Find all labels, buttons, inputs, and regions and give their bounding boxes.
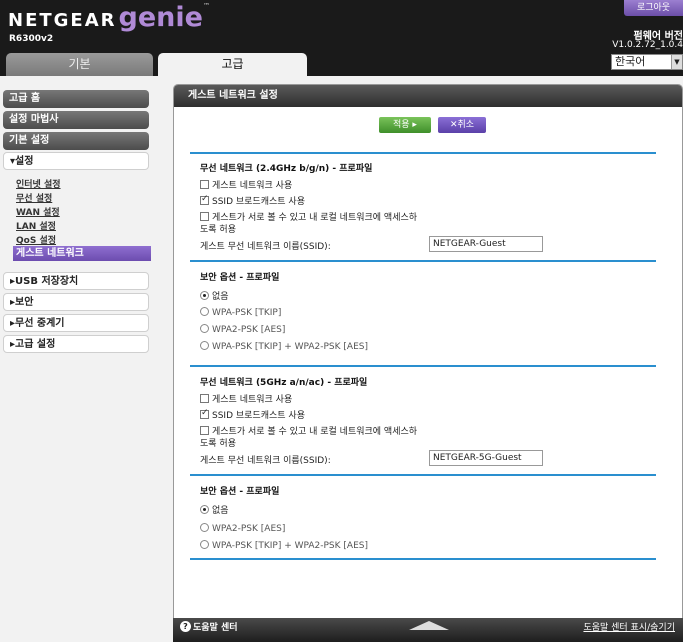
sidebar-item-usb-storage[interactable]: ▸USB 저장장치 — [3, 272, 149, 290]
sec24-wpa-tkip-radio[interactable] — [200, 307, 209, 316]
sec24-option-none[interactable]: 없음 — [200, 289, 229, 302]
sec24-mixed-radio[interactable] — [200, 341, 209, 350]
band24-ssid-label: 게스트 무선 네트워크 이름(SSID): — [200, 242, 331, 252]
sec24-wpa2-aes-radio[interactable] — [200, 324, 209, 333]
expand-arrow-icon[interactable] — [409, 621, 449, 630]
band24-enable-guest[interactable]: 게스트 네트워크 사용 — [200, 178, 292, 191]
product-text: genie — [118, 2, 203, 33]
chevron-down-icon[interactable]: ▼ — [671, 55, 682, 69]
sidebar-item-advanced-setup[interactable]: ▸고급 설정 — [3, 335, 149, 353]
band5-ssid-broadcast-checkbox[interactable] — [200, 408, 209, 419]
help-icon[interactable]: ? — [180, 621, 191, 632]
band5-ssid-broadcast-label: SSID 브로드캐스트 사용 — [212, 411, 305, 421]
sec5-option-wpa2-aes[interactable]: WPA2-PSK [AES] — [200, 523, 285, 534]
band5-title: 무선 네트워크 (5GHz a/n/ac) - 프로파일 — [200, 378, 368, 388]
band24-ssid-broadcast-label: SSID 브로드캐스트 사용 — [212, 197, 305, 207]
sec5-none-label: 없음 — [212, 506, 229, 516]
model-name: R6300v2 — [9, 34, 54, 44]
separator — [190, 260, 656, 262]
sec24-none-radio[interactable] — [200, 291, 209, 300]
separator — [190, 365, 656, 367]
sec24-mixed-label: WPA-PSK [TKIP] + WPA2-PSK [AES] — [212, 342, 368, 352]
guest-network-panel: 게스트 네트워크 설정 적용 ▸ ✕취소 무선 네트워크 (2.4GHz b/g… — [173, 84, 683, 642]
apply-button[interactable]: 적용 ▸ — [379, 117, 431, 133]
brand-text: NETGEAR — [8, 10, 117, 31]
logout-button[interactable]: 로그아웃 — [624, 0, 683, 16]
help-center-label[interactable]: 도움말 센터 — [193, 620, 238, 633]
sec5-wpa2-aes-label: WPA2-PSK [AES] — [212, 524, 286, 534]
band24-allow-access-label-2: 도록 허용 — [200, 225, 236, 235]
band24-ssid-broadcast-checkbox[interactable] — [200, 194, 209, 205]
band5-ssid-broadcast[interactable]: SSID 브로드캐스트 사용 — [200, 408, 305, 421]
cancel-button[interactable]: ✕취소 — [438, 117, 486, 133]
help-footer: ? 도움말 센터 도움말 센터 표시/숨기기 — [173, 618, 683, 642]
band24-allow-access-label-1: 게스트가 서로 볼 수 있고 내 로컬 네트워크에 액세스하 — [212, 213, 418, 223]
toggle-help-link[interactable]: 도움말 센터 표시/숨기기 — [583, 620, 675, 633]
sec5-mixed-radio[interactable] — [200, 540, 209, 549]
sidebar-item-setup[interactable]: ▾설정 — [3, 152, 149, 170]
sidebar-item-basic-setup[interactable]: 기본 설정 — [3, 132, 149, 150]
sec24-wpa2-aes-label: WPA2-PSK [AES] — [212, 325, 286, 335]
firmware-version: V1.0.2.72_1.0.4 — [612, 40, 683, 50]
tab-basic[interactable]: 기본 — [6, 53, 153, 76]
sidebar-item-guest-network[interactable]: 게스트 네트워크 — [13, 246, 151, 261]
band24-allow-access-checkbox[interactable] — [200, 212, 209, 221]
band5-enable-guest-label: 게스트 네트워크 사용 — [212, 395, 293, 405]
separator — [190, 152, 656, 154]
band24-ssid-broadcast[interactable]: SSID 브로드캐스트 사용 — [200, 194, 305, 207]
language-select[interactable]: 한국어 ▼ — [611, 54, 683, 70]
trademark-text: ™ — [202, 2, 210, 10]
sec5-title: 보안 옵션 - 프로파일 — [200, 487, 280, 497]
sidebar-item-repeater[interactable]: ▸무선 중계기 — [3, 314, 149, 332]
sidebar-item-advanced-home[interactable]: 고급 홈 — [3, 90, 149, 108]
sec24-title: 보안 옵션 - 프로파일 — [200, 273, 280, 283]
band24-enable-guest-label: 게스트 네트워크 사용 — [212, 181, 293, 191]
band5-allow-access-label-1: 게스트가 서로 볼 수 있고 내 로컬 네트워크에 액세스하 — [212, 427, 418, 437]
sec24-none-label: 없음 — [212, 292, 229, 302]
band24-enable-guest-checkbox[interactable] — [200, 180, 209, 189]
band5-enable-guest[interactable]: 게스트 네트워크 사용 — [200, 392, 292, 405]
sec5-option-none[interactable]: 없음 — [200, 503, 229, 516]
sidebar-item-wireless-setup[interactable]: 무선 설정 — [16, 191, 52, 204]
sidebar-item-lan-setup[interactable]: LAN 설정 — [16, 219, 56, 232]
header: NETGEARgenie™ R6300v2 로그아웃 펌웨어 버전 V1.0.2… — [0, 0, 683, 76]
panel-title: 게스트 네트워크 설정 — [174, 85, 682, 107]
band24-ssid-input[interactable]: NETGEAR-Guest — [429, 236, 543, 252]
band5-ssid-label: 게스트 무선 네트워크 이름(SSID): — [200, 456, 331, 466]
netgear-genie-logo: NETGEARgenie™ — [8, 2, 210, 33]
sec5-none-radio[interactable] — [200, 505, 209, 514]
sec5-option-mixed[interactable]: WPA-PSK [TKIP] + WPA2-PSK [AES] — [200, 540, 368, 551]
separator — [190, 474, 656, 476]
band5-enable-guest-checkbox[interactable] — [200, 394, 209, 403]
sec24-option-wpa2-aes[interactable]: WPA2-PSK [AES] — [200, 324, 285, 335]
sidebar-item-qos-setup[interactable]: QoS 설정 — [16, 233, 56, 246]
sec5-wpa2-aes-radio[interactable] — [200, 523, 209, 532]
sec5-mixed-label: WPA-PSK [TKIP] + WPA2-PSK [AES] — [212, 541, 368, 551]
sidebar-item-wan-setup[interactable]: WAN 설정 — [16, 205, 60, 218]
band5-allow-access-label-2: 도록 허용 — [200, 439, 236, 449]
band5-ssid-input[interactable]: NETGEAR-5G-Guest — [429, 450, 543, 466]
sec24-wpa-tkip-label: WPA-PSK [TKIP] — [212, 308, 282, 318]
sidebar-item-security[interactable]: ▸보안 — [3, 293, 149, 311]
band5-allow-access-checkbox[interactable] — [200, 426, 209, 435]
sidebar-item-internet-setup[interactable]: 인터넷 설정 — [16, 177, 61, 190]
band24-title: 무선 네트워크 (2.4GHz b/g/n) - 프로파일 — [200, 164, 373, 174]
sidebar: 고급 홈 설정 마법사 기본 설정 ▾설정 인터넷 설정 무선 설정 WAN 설… — [0, 76, 160, 642]
separator — [190, 558, 656, 560]
language-value: 한국어 — [615, 55, 646, 68]
sidebar-item-setup-wizard[interactable]: 설정 마법사 — [3, 111, 149, 129]
sec24-option-wpa-tkip[interactable]: WPA-PSK [TKIP] — [200, 307, 281, 318]
tab-advanced[interactable]: 고급 — [158, 53, 307, 76]
sec24-option-mixed[interactable]: WPA-PSK [TKIP] + WPA2-PSK [AES] — [200, 341, 368, 352]
